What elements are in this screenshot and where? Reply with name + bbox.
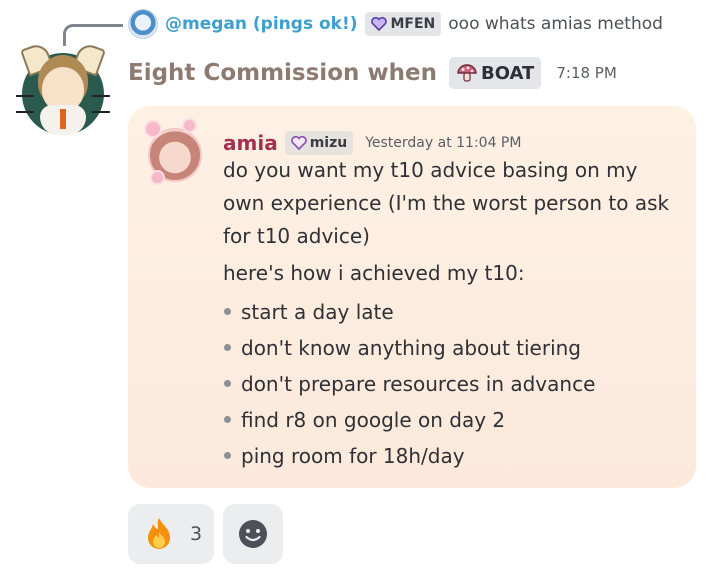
bullet-icon [224,452,231,459]
message-timestamp[interactable]: 7:18 PM [556,64,616,82]
author-name[interactable]: Eight Commission when [128,60,437,86]
forward-timestamp: Yesterday at 11:04 PM [365,135,522,151]
list-item: find r8 on google on day 2 [223,402,685,438]
forward-paragraph: do you want my t10 advice basing on my o… [223,158,670,248]
add-reaction-button[interactable] [223,504,284,564]
list-item-text: ping room for 18h/day [241,444,465,468]
add-reaction-icon [239,520,268,548]
flower-icon [184,120,195,131]
list-item: don't know anything about tiering [223,330,685,366]
forward-author-tag: mizu [284,131,354,155]
author-tag[interactable]: BOAT [448,57,542,89]
list-item-text: find r8 on google on day 2 [241,408,506,432]
bullet-icon [224,416,231,423]
forward-tag-label: mizu [309,135,348,151]
message-header: Eight Commission when BOAT 7:18 PM [128,55,617,91]
avatar-tie [60,109,66,129]
forward-content: do you want my t10 advice basing on my o… [223,154,685,474]
reply-tag-label: MFEN [390,16,436,32]
heart-icon [290,136,307,150]
reply-author-name[interactable]: @megan (pings ok!) [165,14,358,34]
author-tag-label: BOAT [480,62,535,84]
reply-author-tag: MFEN [364,12,442,36]
flower-icon [152,172,163,183]
cat-ear-right [71,41,107,77]
forwarded-message-card[interactable]: amia mizu Yesterday at 11:04 PM do you w… [128,106,696,488]
list-item: don't prepare resources in advance [223,366,685,402]
reply-connector-line [63,24,123,46]
forward-paragraph: here's how i achieved my t10: [223,261,525,285]
forward-bullet-list: start a day late don't know anything abo… [223,294,685,474]
bullet-icon [224,344,231,351]
list-item-text: don't know anything about tiering [241,336,581,360]
bullet-icon [224,380,231,387]
heart-icon [370,17,387,31]
author-avatar[interactable] [16,41,110,135]
list-item-text: start a day late [241,300,394,324]
bullet-icon [224,308,231,315]
reply-preview-text[interactable]: ooo whats amias method [448,14,663,34]
list-item: start a day late [223,294,685,330]
list-item-text: don't prepare resources in advance [241,372,596,396]
whisker-right [92,95,110,113]
list-item: ping room for 18h/day [223,438,685,474]
reaction-count: 3 [190,523,203,545]
forward-header: amia mizu Yesterday at 11:04 PM [223,130,521,156]
fire-reaction-button[interactable]: 3 [128,504,215,564]
forward-author-name[interactable]: amia [223,131,278,155]
reply-author-avatar-icon[interactable] [128,9,158,39]
flower-icon [146,122,160,136]
reply-reference[interactable]: @megan (pings ok!) MFEN ooo whats amias … [128,9,663,39]
mushroom-icon [457,64,477,82]
whisker-left [16,95,34,113]
reaction-bar: 3 [128,504,284,564]
fire-icon [148,518,170,549]
